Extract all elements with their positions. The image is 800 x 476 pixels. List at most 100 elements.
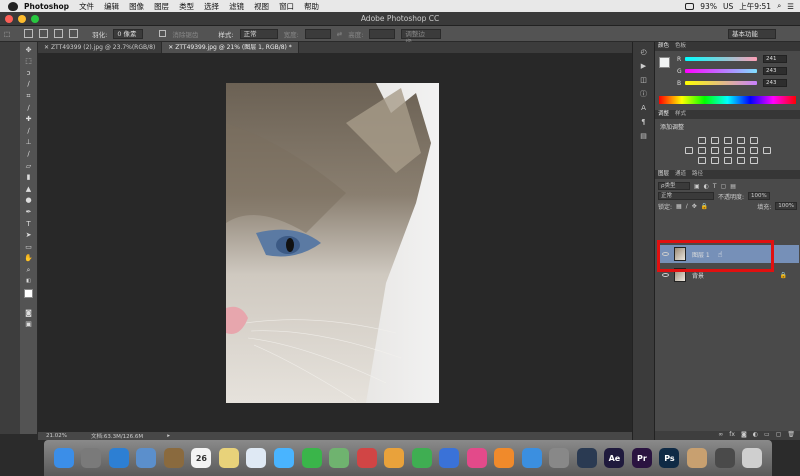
curves-icon[interactable] [723, 137, 732, 144]
channel-mixer-icon[interactable] [749, 147, 758, 154]
menu-select[interactable]: 选择 [204, 1, 219, 12]
dock-ibooks-icon[interactable] [494, 448, 515, 468]
dock-finder-icon[interactable] [53, 448, 74, 468]
dock-quicktime-icon[interactable] [576, 448, 597, 468]
move-tool-icon[interactable]: ✥ [24, 46, 34, 54]
delete-layer-icon[interactable]: 🗑 [787, 431, 795, 440]
dock-itunes-icon[interactable] [466, 448, 487, 468]
lock-move-icon[interactable]: ✥ [692, 203, 697, 210]
refine-edge-button[interactable]: 调整边缘... [401, 28, 442, 46]
color-balance-icon[interactable] [710, 147, 719, 154]
foreground-color-icon[interactable] [23, 289, 33, 299]
dock-numbers-icon[interactable] [411, 448, 432, 468]
eraser-tool-icon[interactable]: ▱ [24, 162, 34, 170]
clock[interactable]: 上午9:51 [739, 1, 771, 12]
dock-messages-icon[interactable] [274, 448, 295, 468]
search-icon[interactable]: ⌕ [777, 1, 781, 11]
dock-photoshop-icon[interactable]: Ps [659, 448, 680, 468]
red-slider[interactable]: R 241 [655, 53, 800, 65]
crop-tool-icon[interactable]: ⌗ [24, 92, 34, 100]
tab-adjustments[interactable]: 调整 [658, 110, 669, 119]
color-swatches[interactable] [23, 289, 37, 305]
dock-facetime-icon[interactable] [301, 448, 322, 468]
dock-downloads-icon[interactable] [714, 448, 735, 468]
menu-window[interactable]: 窗口 [279, 1, 294, 12]
dock-stickies-icon[interactable] [218, 448, 239, 468]
info-icon[interactable]: ⓘ [639, 90, 648, 98]
pen-tool-icon[interactable]: ✒ [24, 208, 34, 216]
selective-color-icon[interactable] [749, 157, 758, 164]
menu-edit[interactable]: 编辑 [104, 1, 119, 12]
menu-layer[interactable]: 图层 [154, 1, 169, 12]
quick-mask-icon[interactable]: ◙ [24, 309, 34, 317]
rectangle-tool-icon[interactable]: ▭ [24, 243, 34, 251]
menu-help[interactable]: 帮助 [304, 1, 319, 12]
status-arrow-icon[interactable]: ▸ [167, 433, 170, 439]
dock-photo-booth-icon[interactable] [356, 448, 377, 468]
screen-mode-icon[interactable]: ▣ [24, 320, 34, 328]
new-selection-icon[interactable] [24, 29, 34, 38]
battery-status[interactable]: 93% [700, 2, 717, 11]
filter-smart-icon[interactable]: ▤ [730, 183, 736, 190]
blend-mode-select[interactable]: 正常 [658, 192, 714, 200]
filter-type-icon[interactable]: T [713, 183, 717, 190]
width-input[interactable] [304, 28, 331, 39]
style-select[interactable]: 正常 [239, 28, 278, 39]
posterize-icon[interactable] [710, 157, 719, 164]
subtract-selection-icon[interactable] [54, 29, 64, 38]
black-white-icon[interactable] [723, 147, 732, 154]
blue-value[interactable]: 243 [763, 79, 787, 87]
vibrance-icon[interactable] [749, 137, 758, 144]
marquee-tool-icon[interactable]: ⬚ [24, 57, 34, 65]
list-icon[interactable]: ☰ [787, 2, 794, 11]
dodge-tool-icon[interactable]: ● [24, 196, 34, 204]
tab-document-2[interactable]: ✕ ZTT49399.jpg @ 21% (图层 1, RGB/8) * [162, 42, 299, 53]
menu-view[interactable]: 视图 [254, 1, 269, 12]
add-selection-icon[interactable] [39, 29, 49, 38]
clone-stamp-tool-icon[interactable]: ⊥ [24, 138, 34, 146]
tab-channels[interactable]: 通道 [675, 170, 686, 179]
gradient-map-icon[interactable] [736, 157, 745, 164]
mask-icon[interactable]: ◙ [741, 431, 747, 440]
link-layers-icon[interactable]: ∞ [718, 431, 723, 440]
brightness-icon[interactable] [697, 137, 706, 144]
threshold-icon[interactable] [723, 157, 732, 164]
green-value[interactable]: 243 [763, 67, 787, 75]
group-icon[interactable]: ▭ [764, 431, 770, 440]
type-tool-icon[interactable]: T [24, 220, 34, 228]
dock-photos-icon[interactable] [246, 448, 267, 468]
dock-notes-icon[interactable] [163, 448, 184, 468]
gradient-tool-icon[interactable]: ▮ [24, 173, 34, 181]
adjustment-layer-icon[interactable]: ◐ [753, 431, 758, 440]
tab-document-1[interactable]: ✕ ZTT49399 (2).jpg @ 23.7%(RGB/8) [38, 42, 163, 53]
hand-tool-icon[interactable]: ✋ [24, 254, 34, 262]
lock-paint-icon[interactable]: ∕ [686, 203, 688, 210]
tab-paths[interactable]: 路径 [692, 170, 703, 179]
visibility-eye-icon[interactable] [662, 273, 669, 277]
dock-system-preferences-icon[interactable] [549, 448, 570, 468]
opacity-input[interactable]: 100% [748, 192, 770, 200]
dock-calendar-icon[interactable]: 26 [191, 448, 212, 468]
layer-kind-select[interactable]: ρ类型 [658, 182, 690, 190]
dock-premiere-icon[interactable]: Pr [631, 448, 652, 468]
filter-shape-icon[interactable]: ▢ [721, 183, 727, 190]
blur-tool-icon[interactable]: ▲ [24, 185, 34, 193]
invert-icon[interactable] [697, 157, 706, 164]
cat-photo[interactable] [226, 83, 439, 403]
brush-tool-icon[interactable]: ∕ [24, 127, 34, 135]
height-input[interactable] [369, 28, 396, 39]
dock-user-folder-icon[interactable] [686, 448, 707, 468]
zoom-level[interactable]: 21.02% [46, 433, 67, 439]
filter-pixel-icon[interactable]: ▣ [694, 183, 700, 190]
feather-input[interactable]: 0 像素 [113, 28, 144, 39]
lock-pixels-icon[interactable]: ▦ [676, 203, 682, 210]
canvas-area[interactable] [38, 53, 632, 432]
apple-icon[interactable] [8, 1, 18, 11]
character-icon[interactable]: A [639, 104, 648, 112]
zoom-tool-icon[interactable]: ⌕ [24, 266, 34, 274]
menu-image[interactable]: 图像 [129, 1, 144, 12]
workspace-select[interactable]: 基本功能 [728, 28, 776, 39]
path-select-tool-icon[interactable]: ➤ [24, 231, 34, 239]
dock-pages-icon[interactable] [384, 448, 405, 468]
close-tab-icon[interactable]: ✕ [44, 44, 51, 51]
